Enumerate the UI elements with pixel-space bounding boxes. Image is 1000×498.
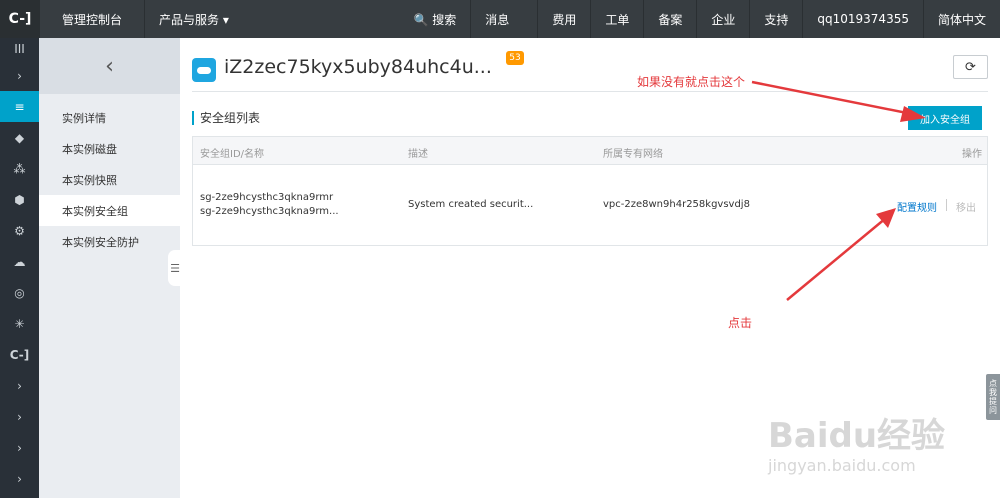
cloud-icon[interactable]: ☁ bbox=[0, 246, 39, 277]
console-link[interactable]: 管理控制台 bbox=[40, 0, 146, 38]
gear-icon[interactable]: ⚙ bbox=[0, 215, 39, 246]
baidu-watermark-url: jingyan.baidu.com bbox=[768, 456, 916, 475]
add-security-group-button[interactable]: 加入安全组 bbox=[908, 106, 982, 130]
ask-question-tab[interactable]: 点我提问 bbox=[986, 374, 1000, 420]
language-menu[interactable]: 简体中文 bbox=[924, 0, 1000, 38]
title-divider bbox=[192, 91, 988, 92]
section-title: 安全组列表 bbox=[192, 111, 260, 125]
subnav-item-security-protection[interactable]: 本实例安全防护 bbox=[39, 226, 180, 257]
configure-rules-link[interactable]: 配置规则 bbox=[897, 199, 937, 214]
search-button[interactable]: 🔍 搜索 bbox=[400, 0, 472, 38]
enterprise-link[interactable]: 企业 bbox=[697, 0, 751, 38]
eye-icon[interactable]: ◎ bbox=[0, 277, 39, 308]
subnav-item-instance-details[interactable]: 实例详情 bbox=[39, 102, 180, 133]
expand-icon[interactable]: › bbox=[0, 432, 39, 463]
refresh-button[interactable]: ⟳ bbox=[953, 55, 988, 79]
aliyun-logo-icon[interactable]: C-] bbox=[0, 0, 40, 38]
security-group-description: System created securit... bbox=[408, 199, 534, 210]
products-menu[interactable]: 产品与服务 ▾ bbox=[145, 0, 243, 38]
tickets-link[interactable]: 工单 bbox=[591, 0, 645, 38]
expand-icon[interactable]: › bbox=[0, 60, 39, 91]
instance-subnav: ‹ 实例详情 本实例磁盘 本实例快照 本实例安全组 本实例安全防护 bbox=[39, 38, 180, 498]
subnav-item-security-groups[interactable]: 本实例安全组 bbox=[39, 195, 180, 226]
top-navbar: C-] 管理控制台 产品与服务 ▾ 🔍 搜索 消息 费用 工单 备案 企业 支持… bbox=[0, 0, 1000, 38]
baidu-watermark: Baidu经验 bbox=[768, 416, 946, 456]
product-sidebar: III › ≡ ◆ ⁂ ⬢ ⚙ ☁ ◎ ✳ C-] › › › › bbox=[0, 38, 39, 498]
subnav-gap bbox=[39, 94, 180, 102]
expand-icon[interactable]: › bbox=[0, 463, 39, 494]
annotation-click-hint: 点击 bbox=[728, 316, 753, 330]
subnav-item-snapshots[interactable]: 本实例快照 bbox=[39, 164, 180, 195]
table-header: 安全组ID/名称 描述 所属专有网络 操作 bbox=[193, 137, 987, 165]
annotation-add-hint: 如果没有就点击这个 bbox=[637, 75, 746, 89]
remove-link[interactable]: 移出 bbox=[956, 199, 976, 214]
subnav-item-disks[interactable]: 本实例磁盘 bbox=[39, 133, 180, 164]
security-group-table: 安全组ID/名称 描述 所属专有网络 操作 sg-2ze9hcysthc3qkn… bbox=[192, 136, 988, 246]
security-group-vpc: vpc-2ze8wn9h4r258kgvsvdj8 bbox=[603, 199, 750, 210]
menu-icon[interactable]: III bbox=[0, 38, 39, 60]
network-icon[interactable]: ⁂ bbox=[0, 153, 39, 184]
server-icon[interactable]: ≡ bbox=[0, 91, 39, 122]
messages-link[interactable]: 消息 bbox=[471, 0, 539, 38]
logo-icon[interactable]: C-] bbox=[0, 339, 39, 370]
support-link[interactable]: 支持 bbox=[750, 0, 804, 38]
user-menu[interactable]: qq1019374355 bbox=[803, 0, 924, 38]
column-header-vpc: 所属专有网络 bbox=[603, 149, 663, 160]
shield-icon[interactable]: ◆ bbox=[0, 122, 39, 153]
action-divider bbox=[946, 199, 947, 211]
column-header-id: 安全组ID/名称 bbox=[200, 149, 265, 160]
instance-cloud-icon bbox=[192, 58, 216, 82]
billing-link[interactable]: 费用 bbox=[538, 0, 592, 38]
expand-icon[interactable]: › bbox=[0, 370, 39, 401]
nodes-icon[interactable]: ✳ bbox=[0, 308, 39, 339]
column-header-description: 描述 bbox=[408, 149, 428, 160]
page-title: iZ2zec75kyx5uby84uhc4u... bbox=[224, 56, 492, 78]
column-header-actions: 操作 bbox=[962, 149, 982, 160]
cube-icon[interactable]: ⬢ bbox=[0, 184, 39, 215]
security-group-id[interactable]: sg-2ze9hcysthc3qkna9rmr bbox=[200, 192, 333, 203]
notification-badge[interactable]: 53 bbox=[506, 51, 524, 65]
expand-icon[interactable]: › bbox=[0, 401, 39, 432]
icp-link[interactable]: 备案 bbox=[644, 0, 698, 38]
back-chevron-icon[interactable]: ‹ bbox=[39, 38, 180, 94]
table-row: sg-2ze9hcysthc3qkna9rmr sg-2ze9hcysthc3q… bbox=[193, 165, 987, 246]
security-group-name: sg-2ze9hcysthc3qkna9rm... bbox=[200, 206, 339, 217]
